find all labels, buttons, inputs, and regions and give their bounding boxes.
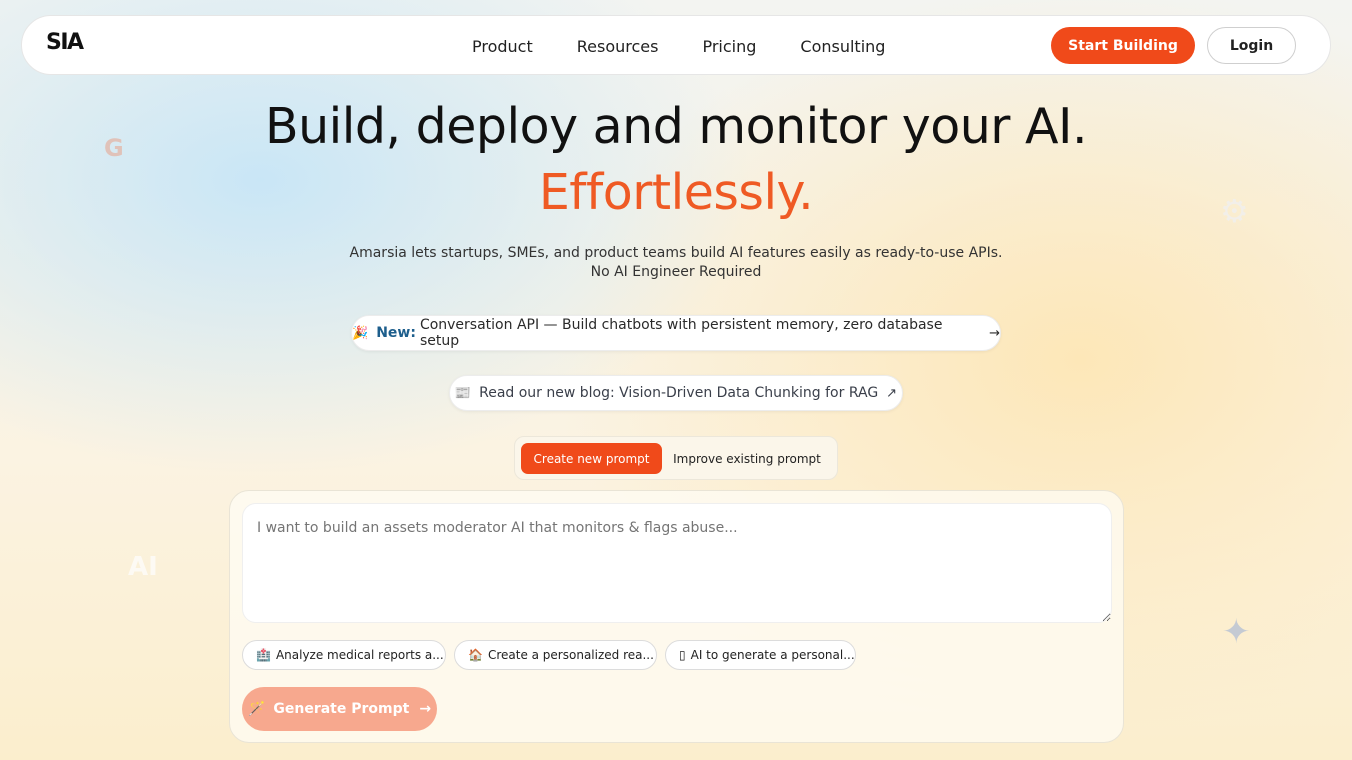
suggestion-chip-label: Analyze medical reports a... (275, 648, 444, 662)
suggestion-chip[interactable]: ▯ AI to generate a personal... (665, 640, 856, 670)
prompt-input[interactable] (242, 503, 1112, 623)
login-button[interactable]: Login (1207, 27, 1296, 64)
new-tag: New: (376, 325, 416, 341)
generate-prompt-label: Generate Prompt (273, 701, 410, 717)
anthropic-logo-icon: AI (128, 552, 158, 582)
newspaper-icon: 📰 (454, 385, 472, 401)
placeholder-glyph-icon: ▯ (679, 648, 686, 662)
nav-links: Product Resources Pricing Consulting (472, 16, 929, 76)
arrow-right-icon: → (419, 701, 432, 717)
nav-link-consulting[interactable]: Consulting (800, 37, 885, 56)
suggestion-chip[interactable]: 🏥 Analyze medical reports a... (242, 640, 446, 670)
blog-text: Read our new blog: Vision-Driven Data Ch… (479, 385, 879, 401)
new-feature-text: Conversation API — Build chatbots with p… (419, 317, 943, 349)
gemini-star-icon: ✦ (1222, 612, 1251, 652)
hero-title-accent: Effortlessly. (538, 164, 814, 221)
start-building-button[interactable]: Start Building (1051, 27, 1195, 64)
generate-prompt-button[interactable]: 🪄 Generate Prompt → (242, 687, 437, 731)
arrow-right-icon: → (989, 325, 1000, 341)
suggestion-chip-label: AI to generate a personal... (690, 648, 855, 662)
nav-link-product[interactable]: Product (472, 37, 533, 56)
tab-create-new-prompt[interactable]: Create new prompt (521, 443, 662, 474)
hero-title: Build, deploy and monitor your AI. (264, 98, 1088, 155)
top-navbar: SIA Product Resources Pricing Consulting… (21, 15, 1331, 75)
suggestion-chip-label: Create a personalized rea... (487, 648, 654, 662)
brand-logo[interactable]: SIA (46, 30, 84, 55)
nav-link-resources[interactable]: Resources (577, 37, 659, 56)
hero-subtitle-line2: No AI Engineer Required (590, 264, 762, 280)
nav-link-pricing[interactable]: Pricing (702, 37, 756, 56)
magic-wand-icon: 🪄 (247, 701, 266, 717)
new-feature-banner[interactable]: 🎉 New: Conversation API — Build chatbots… (351, 315, 1001, 351)
prompt-mode-tabs: Create new prompt Improve existing promp… (514, 436, 838, 480)
tab-improve-existing-prompt[interactable]: Improve existing prompt (668, 443, 826, 474)
blog-banner[interactable]: 📰 Read our new blog: Vision-Driven Data … (449, 375, 903, 411)
house-icon: 🏠 (468, 648, 483, 662)
hero-subtitle: Amarsia lets startups, SMEs, and product… (0, 244, 1352, 282)
hero-subtitle-line1: Amarsia lets startups, SMEs, and product… (349, 245, 1003, 261)
prompt-card: 🏥 Analyze medical reports a... 🏠 Create … (229, 490, 1124, 743)
suggestion-chip[interactable]: 🏠 Create a personalized rea... (454, 640, 657, 670)
external-link-icon: ↗ (886, 385, 898, 401)
hospital-icon: 🏥 (256, 648, 271, 662)
party-icon: 🎉 (352, 325, 369, 341)
